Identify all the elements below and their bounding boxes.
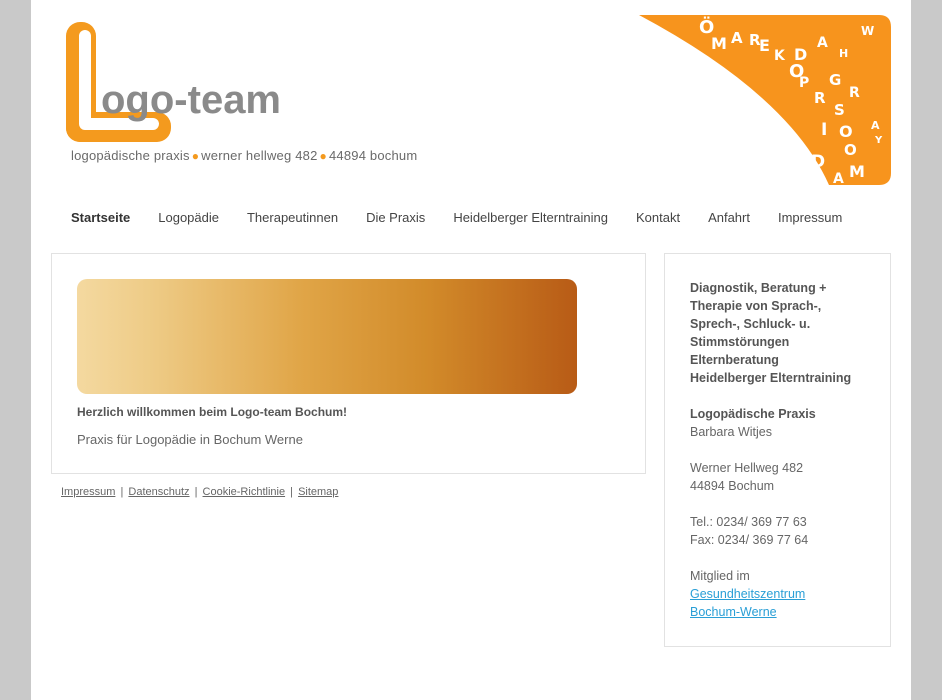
footer-link-datenschutz[interactable]: Datenschutz [128,486,189,498]
nav-item-startseite[interactable]: Startseite [71,210,130,230]
nav-item-therapeutinnen[interactable]: Therapeutinnen [247,210,338,230]
main-nav: Startseite Logopädie Therapeutinnen Die … [71,210,870,230]
svg-text:A: A [817,35,828,51]
footer-separator: | [290,486,293,498]
svg-text:V: V [797,148,806,161]
svg-text:E: E [759,36,770,55]
sidebar: Diagnostik, Beratung + Therapie von Spra… [664,253,891,647]
service-line: Therapie von Sprach-, [690,299,822,313]
svg-text:K: K [757,103,772,124]
svg-text:H: H [839,47,848,60]
svg-text:M: M [849,162,865,181]
fax-number: Fax: 0234/ 369 77 64 [690,533,809,547]
address-street: Werner Hellweg 482 [690,461,804,475]
service-line: Heidelberger Elterntraining [690,371,852,385]
logo-text: ogo-team [101,78,281,122]
sidebar-content: Diagnostik, Beratung + Therapie von Spra… [690,279,870,621]
svg-text:I: I [821,120,827,140]
gesundheitszentrum-link[interactable]: Gesundheitszentrum Bochum-Werne [690,587,805,619]
header-tagline: logopädische praxis ● werner hellweg 482 ● 4… [71,148,418,163]
svg-text:K: K [774,48,786,64]
svg-text:O: O [839,122,853,141]
nav-item-impressum[interactable]: Impressum [778,210,842,230]
nav-item-logopaedie[interactable]: Logopädie [158,210,219,230]
practice-owner: Barbara Witjes [690,425,772,439]
footer-links: Impressum | Datenschutz | Cookie-Richtli… [61,486,338,498]
nav-item-die-praxis[interactable]: Die Praxis [366,210,425,230]
svg-text:S: S [834,101,845,119]
member-label: Mitglied im [690,569,750,583]
svg-text:D: D [811,152,825,172]
nav-item-anfahrt[interactable]: Anfahrt [708,210,750,230]
welcome-subtitle: Praxis für Logopädie in Bochum Werne [77,432,303,447]
welcome-heading: Herzlich willkommen beim Logo-team Bochu… [77,405,348,419]
phone-number: Tel.: 0234/ 369 77 63 [690,515,807,529]
svg-text:O: O [844,141,857,159]
footer-link-sitemap[interactable]: Sitemap [298,486,338,498]
svg-text:A: A [871,119,880,132]
practice-title: Logopädische Praxis [690,407,816,421]
service-line: Elternberatung [690,353,779,367]
footer-link-impressum[interactable]: Impressum [61,486,115,498]
service-line: Diagnostik, Beratung + [690,281,827,295]
header-banner-image [77,279,577,394]
svg-text:M: M [711,34,727,53]
nav-item-kontakt[interactable]: Kontakt [636,210,680,230]
svg-text:A: A [833,171,844,185]
service-line: Stimmstörungen [690,335,790,349]
bullet-dot-icon: ● [191,149,200,163]
svg-text:W: W [861,24,874,38]
service-line: Sprech-, Schluck- u. [690,317,811,331]
svg-text:G: G [829,71,841,89]
nav-item-heidelberger-elterntraining[interactable]: Heidelberger Elterntraining [453,210,608,230]
footer-separator: | [120,486,124,498]
svg-text:R: R [814,89,826,107]
footer-link-cookie-richtlinie[interactable]: Cookie-Richtlinie [203,486,286,498]
decorative-letters-graphic: Ö M A R E K D A H W O P G R R S K I O A … [639,15,891,185]
footer-separator: | [194,486,198,498]
page: ogo-team logopädische praxis ● werner hell… [31,0,911,700]
svg-text:P: P [799,75,809,91]
bullet-dot-icon: ● [319,149,327,163]
main-content: Herzlich willkommen beim Logo-team Bochu… [51,253,646,474]
svg-text:R: R [849,85,860,101]
svg-text:Y: Y [874,135,883,146]
svg-text:A: A [731,29,743,47]
address-city: 44894 Bochum [690,479,775,493]
